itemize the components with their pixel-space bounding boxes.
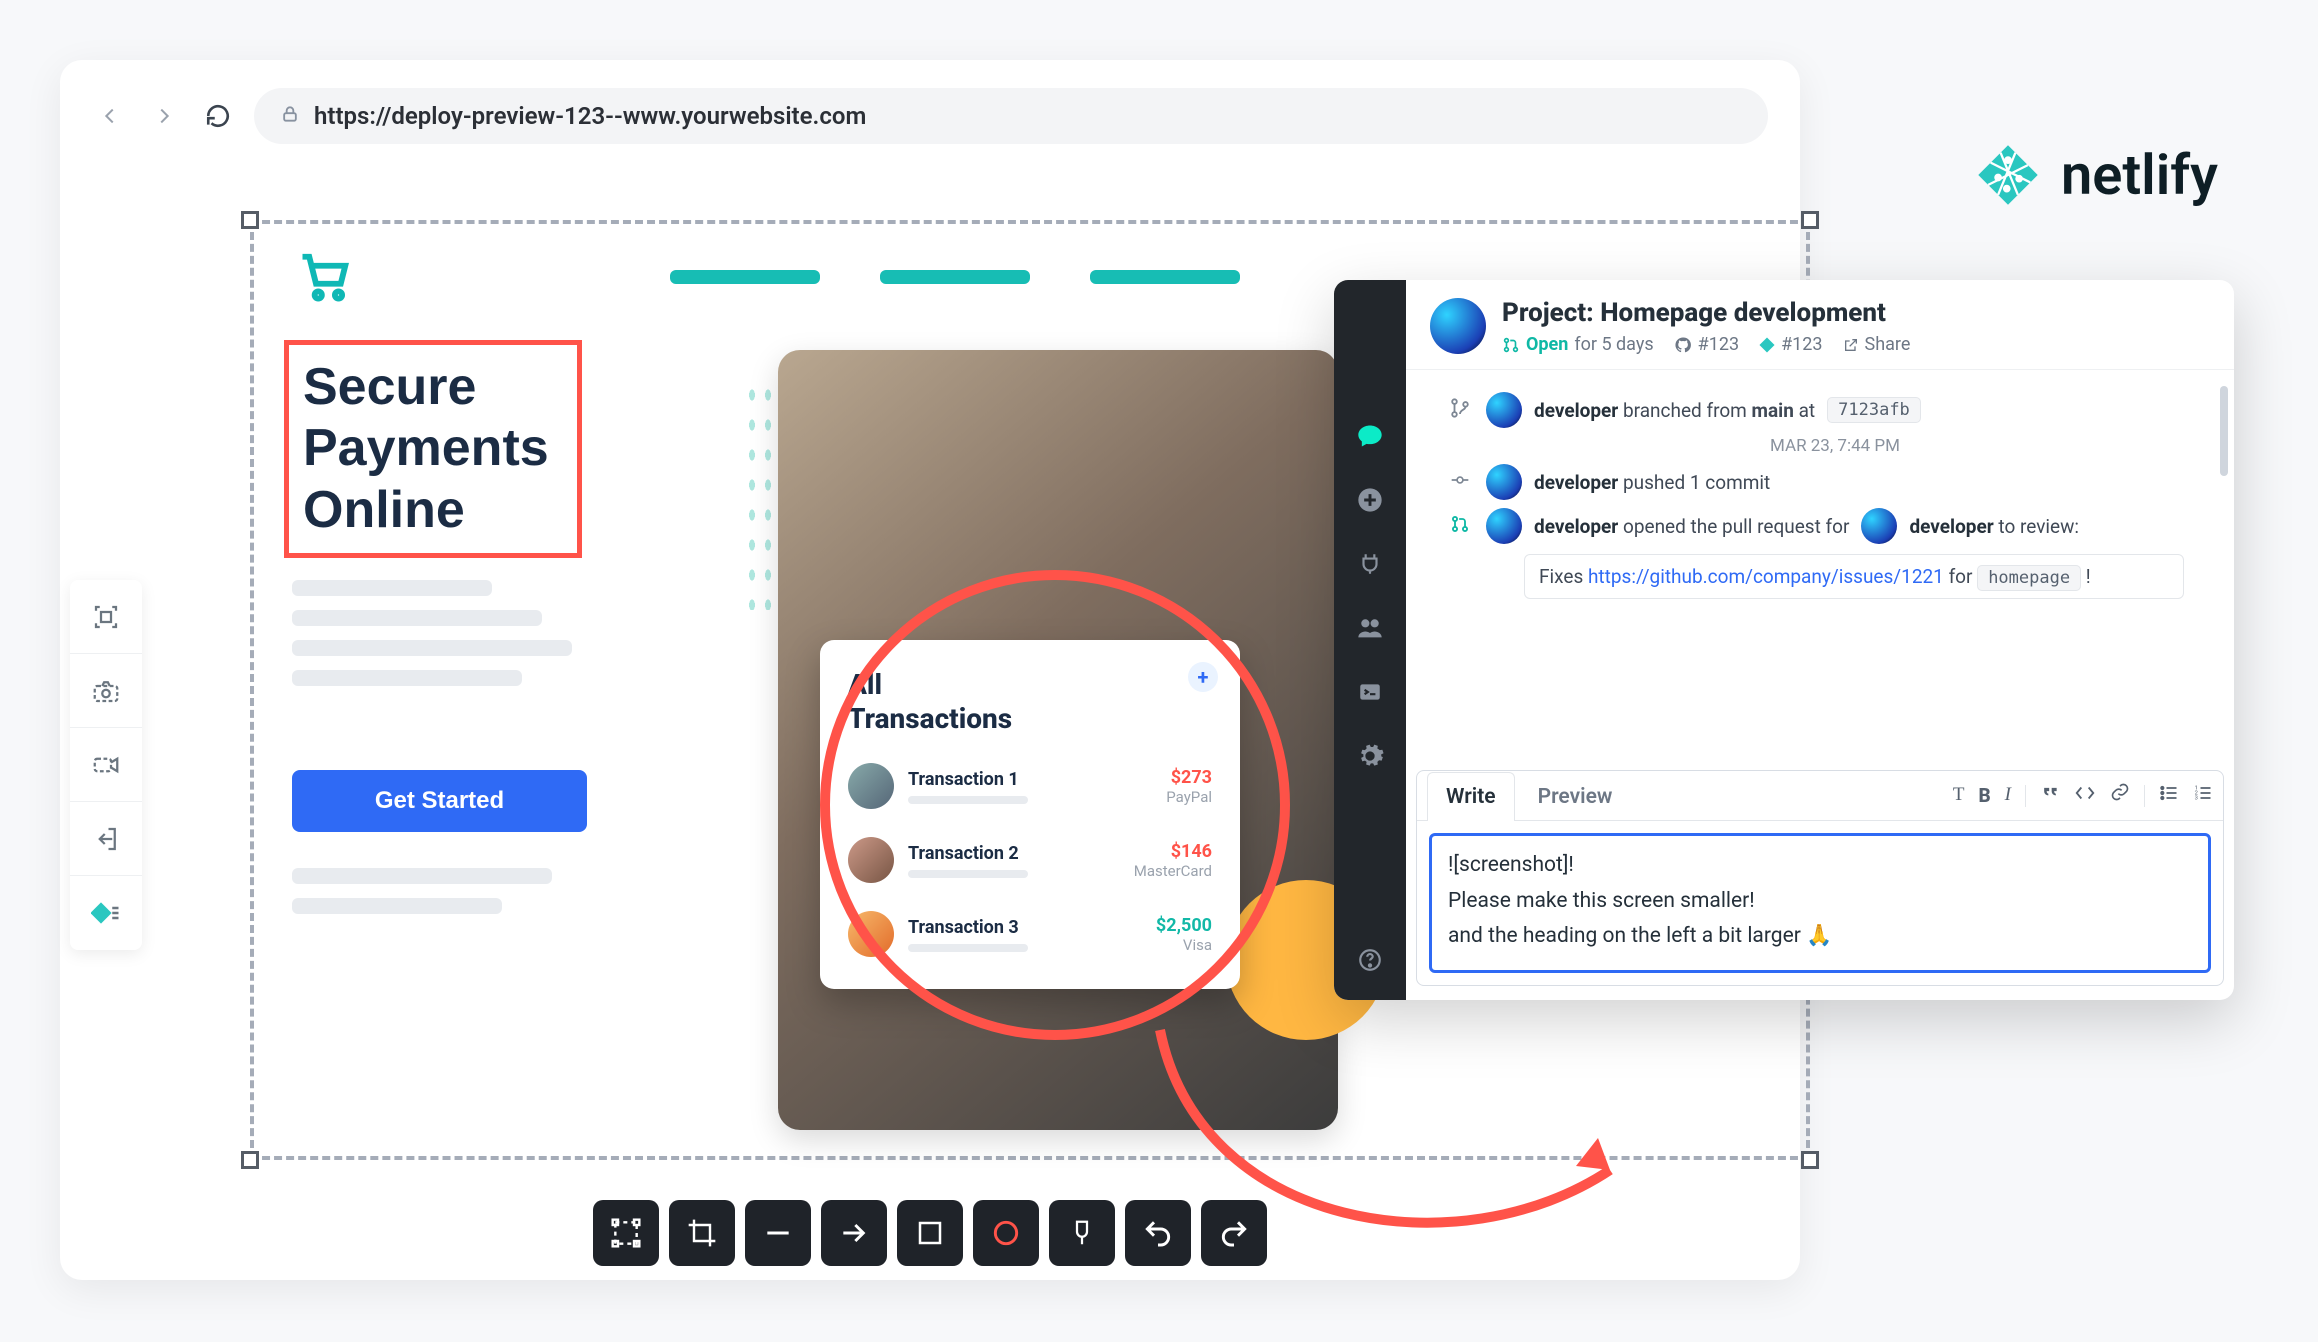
cart-icon [298, 250, 352, 308]
editor-toolbar: T B I 123 [1953, 782, 2213, 809]
undo-button[interactable] [1125, 1200, 1191, 1266]
activity-feed: developer branched from main at 7123afb … [1406, 370, 2234, 770]
collab-sidebar [1334, 280, 1406, 1000]
avatar [1486, 392, 1522, 428]
pr-description: Fixes https://github.com/company/issues/… [1524, 554, 2184, 599]
netlify-ref[interactable]: #123 [1759, 334, 1822, 355]
headline-highlight: Secure Payments Online [284, 340, 582, 558]
quote-button[interactable] [2040, 782, 2060, 809]
circle-tool-button[interactable] [973, 1200, 1039, 1266]
url-text: https://deploy-preview-123--www.yourwebs… [314, 102, 866, 130]
collab-header: Project: Homepage development Open for 5… [1406, 280, 2234, 370]
activity-row: developer branched from main at 7123afb [1446, 392, 2224, 428]
avatar [1430, 298, 1486, 354]
nav-placeholder [670, 270, 1240, 284]
redo-button[interactable] [1201, 1200, 1267, 1266]
resize-handle[interactable] [1801, 1151, 1819, 1169]
brush-tool-button[interactable] [1049, 1200, 1115, 1266]
issue-link[interactable]: https://github.com/company/issues/1221 [1588, 565, 1944, 588]
paragraph-skeleton [292, 868, 552, 914]
members-tab-icon[interactable] [1344, 602, 1396, 654]
netlify-brand: netlify [1973, 140, 2218, 210]
help-tab-icon[interactable] [1344, 934, 1396, 986]
line-tool-button[interactable] [745, 1200, 811, 1266]
activity-row: developer pushed 1 commit [1446, 464, 2224, 500]
activity-timestamp: MAR 23, 7:44 PM [1446, 436, 2224, 456]
preview-tab[interactable]: Preview [1519, 772, 1632, 821]
resize-handle[interactable] [241, 1151, 259, 1169]
transaction-row[interactable]: Transaction 3 $2,500Visa [848, 897, 1212, 971]
transactions-card: + All Transactions Transaction 1 $273Pay… [820, 640, 1240, 989]
add-tab-icon[interactable] [1344, 474, 1396, 526]
nav-back-button[interactable] [92, 98, 128, 134]
netlify-wordmark: netlify [2061, 142, 2218, 208]
capture-video-button[interactable] [70, 728, 142, 802]
paragraph-skeleton [292, 580, 572, 686]
avatar [848, 911, 894, 957]
commit-icon [1446, 470, 1474, 495]
integrations-tab-icon[interactable] [1344, 538, 1396, 590]
exit-button[interactable] [70, 802, 142, 876]
arrow-tool-button[interactable] [821, 1200, 887, 1266]
select-tool-button[interactable] [593, 1200, 659, 1266]
avatar [848, 763, 894, 809]
heading-button[interactable]: T [1953, 784, 1965, 807]
lock-icon [280, 102, 300, 130]
svg-text:3: 3 [2195, 796, 2198, 802]
collab-panel: Project: Homepage development Open for 5… [1334, 280, 2234, 1000]
avatar [1486, 508, 1522, 544]
capture-photo-button[interactable] [70, 654, 142, 728]
transaction-row[interactable]: Transaction 2 $146MasterCard [848, 823, 1212, 897]
ol-button[interactable]: 123 [2193, 783, 2213, 808]
ul-button[interactable] [2159, 783, 2179, 808]
pr-status: Open for 5 days [1502, 334, 1654, 355]
code-button[interactable] [2074, 782, 2096, 809]
pr-icon [1446, 514, 1474, 539]
branch-icon [1446, 397, 1474, 424]
annotation-toolbar [593, 1200, 1267, 1266]
italic-button[interactable]: I [2005, 784, 2011, 807]
netlify-menu-button[interactable] [70, 876, 142, 950]
page-headline: Secure Payments Online [303, 357, 549, 541]
screenshot-toolbar [70, 580, 142, 950]
commit-chip[interactable]: 7123afb [1827, 397, 1921, 423]
comment-textarea[interactable]: ![screenshot]! Please make this screen s… [1429, 833, 2211, 973]
avatar [848, 837, 894, 883]
avatar [1486, 464, 1522, 500]
capture-area-button[interactable] [70, 580, 142, 654]
transaction-row[interactable]: Transaction 1 $273PayPal [848, 749, 1212, 823]
crop-tool-button[interactable] [669, 1200, 735, 1266]
settings-tab-icon[interactable] [1344, 730, 1396, 782]
address-bar[interactable]: https://deploy-preview-123--www.yourwebs… [254, 88, 1768, 144]
browser-chrome: https://deploy-preview-123--www.yourwebs… [60, 60, 1800, 144]
resize-handle[interactable] [1801, 211, 1819, 229]
chat-tab-icon[interactable] [1344, 410, 1396, 462]
netlify-logo-icon [1973, 140, 2043, 210]
avatar [1861, 508, 1897, 544]
nav-forward-button[interactable] [146, 98, 182, 134]
bold-button[interactable]: B [1978, 784, 1990, 807]
comment-editor: Write Preview T B I [1416, 770, 2224, 986]
activity-row: developer opened the pull request for de… [1446, 508, 2224, 544]
get-started-button[interactable]: Get Started [292, 770, 587, 832]
link-button[interactable] [2110, 782, 2130, 809]
resize-handle[interactable] [241, 211, 259, 229]
project-title: Project: Homepage development [1502, 298, 2210, 328]
transactions-title: All Transactions [848, 668, 1212, 735]
rect-tool-button[interactable] [897, 1200, 963, 1266]
terminal-tab-icon[interactable] [1344, 666, 1396, 718]
write-tab[interactable]: Write [1427, 772, 1515, 821]
reload-button[interactable] [200, 98, 236, 134]
share-button[interactable]: Share [1843, 334, 1911, 355]
github-ref[interactable]: #123 [1674, 334, 1739, 355]
add-transaction-button[interactable]: + [1188, 662, 1218, 692]
